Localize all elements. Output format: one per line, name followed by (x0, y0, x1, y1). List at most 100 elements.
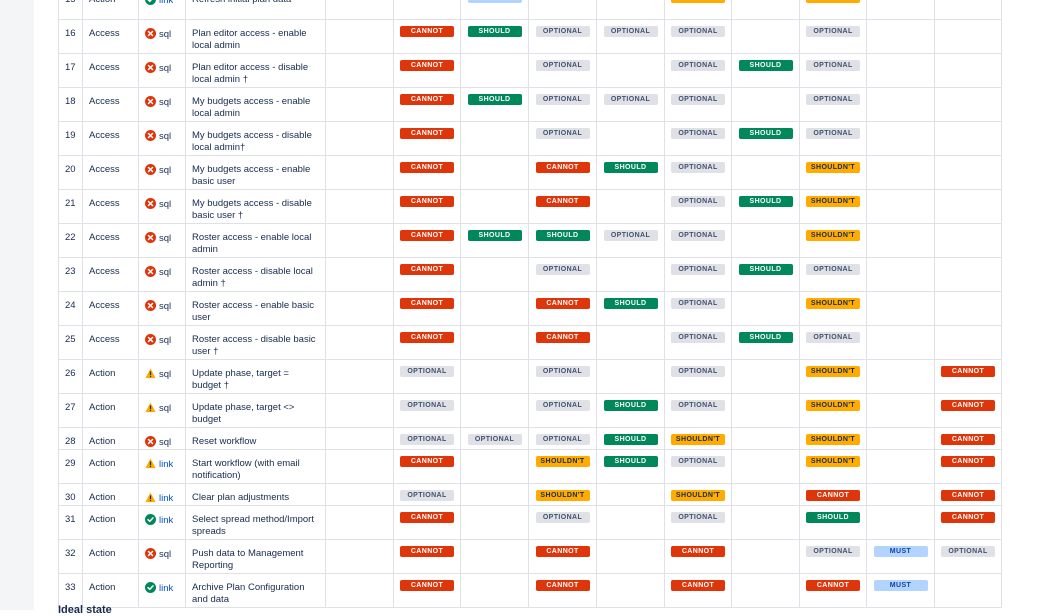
optional-badge: OPTIONAL (535, 512, 590, 523)
status-cell: OPTIONAL (664, 223, 732, 258)
description-cell: Reset workflow (185, 427, 326, 450)
error-circle-icon (145, 164, 156, 175)
type-link[interactable]: link (159, 0, 173, 6)
type-label: sql (159, 131, 172, 142)
status-cell: OPTIONAL (393, 483, 461, 506)
table-container: 15ActionlinkRefresh initial plan dataMUS… (58, 0, 1002, 608)
row-id-cell: 28 (58, 427, 83, 450)
category-cell: Action (82, 449, 139, 484)
table-row: 25 Access sql Roster access - disable basic… (58, 325, 1002, 360)
row-id-cell: 29 (58, 449, 83, 484)
status-cell: CANNOT (393, 449, 461, 484)
should-badge: SHOULD (806, 512, 860, 523)
description-cell: Archive Plan Configuration and data (185, 573, 326, 608)
description-cell: Roster access - enable basic user (185, 291, 326, 326)
optional-badge: OPTIONAL (535, 400, 590, 411)
type-link[interactable]: link (159, 459, 173, 470)
row-id-cell: 24 (58, 291, 83, 326)
status-cell (596, 325, 665, 360)
status-cell (934, 291, 1002, 326)
table-row: 19 Access sql My budgets access - disable l… (58, 121, 1002, 156)
shouldnt-badge: SHOULDN'T (806, 400, 860, 411)
shouldnt-badge: SHOULDN'T (806, 0, 860, 3)
optional-badge: OPTIONAL (535, 264, 590, 275)
error-circle-icon (145, 130, 156, 141)
cannot-badge: CANNOT (535, 196, 590, 207)
status-cell: SHOULDN'T (799, 393, 867, 428)
type-link[interactable]: link (159, 493, 173, 504)
status-cell: CANNOT (934, 449, 1002, 484)
status-cell (325, 257, 394, 292)
category-cell: Action (82, 0, 139, 20)
status-cell: CANNOT (664, 539, 732, 574)
status-cell (460, 483, 529, 506)
status-cell: CANNOT (393, 257, 461, 292)
description-cell: Select spread method/Import spreads (185, 505, 326, 540)
status-cell: OPTIONAL (528, 121, 597, 156)
category-cell: Action (82, 483, 139, 506)
shouldnt-badge: SHOULDN'T (671, 434, 725, 445)
status-cell (596, 121, 665, 156)
cannot-badge: CANNOT (535, 298, 590, 309)
status-cell: SHOULD (460, 223, 529, 258)
type-cell: sql (138, 87, 186, 122)
status-cell (731, 155, 800, 190)
status-cell: CANNOT (393, 223, 461, 258)
table-row: 17 Access sql Plan editor access - disable … (58, 53, 1002, 88)
optional-badge: OPTIONAL (671, 162, 725, 173)
category-cell: Action (82, 573, 139, 608)
status-cell: SHOULD (596, 291, 665, 326)
category-cell: Action (82, 359, 139, 394)
status-cell (325, 19, 394, 54)
status-cell (934, 257, 1002, 292)
category-cell: Access (82, 325, 139, 360)
status-cell: OPTIONAL (596, 223, 665, 258)
type-cell: sql (138, 539, 186, 574)
status-cell (731, 0, 800, 20)
status-cell: SHOULD (596, 393, 665, 428)
cannot-badge: CANNOT (941, 490, 995, 501)
status-cell (731, 19, 800, 54)
row-id-cell: 19 (58, 121, 83, 156)
row-id-cell: 31 (58, 505, 83, 540)
category-cell: Access (82, 155, 139, 190)
cannot-badge: CANNOT (400, 546, 454, 557)
type-cell: sql (138, 325, 186, 360)
status-cell: SHOULD (596, 449, 665, 484)
should-badge: SHOULD (603, 434, 658, 445)
category-cell: Action (82, 505, 139, 540)
row-id-cell: 32 (58, 539, 83, 574)
status-cell (325, 0, 394, 20)
description-cell: My budgets access - enable local admin (185, 87, 326, 122)
status-cell (934, 87, 1002, 122)
cannot-badge: CANNOT (941, 366, 995, 377)
status-cell (325, 573, 394, 608)
table-row: 20 Access sql My budgets access - enable ba… (58, 155, 1002, 190)
shouldnt-badge: SHOULDN'T (806, 456, 860, 467)
category-cell: Action (82, 427, 139, 450)
status-cell (325, 359, 394, 394)
type-link[interactable]: link (159, 583, 173, 594)
type-label: sql (159, 437, 172, 448)
optional-badge: OPTIONAL (806, 26, 860, 37)
description-cell: Update phase, target = budget † (185, 359, 326, 394)
description-cell: Plan editor access - enable local admin (185, 19, 326, 54)
table-row: 15Action link Refresh initial plan data MUS… (58, 0, 1002, 20)
description-cell: Roster access - disable local admin † (185, 257, 326, 292)
status-cell: OPTIONAL (596, 87, 665, 122)
status-cell: SHOULDN'T (528, 449, 597, 484)
status-cell (460, 573, 529, 608)
optional-badge: OPTIONAL (671, 264, 725, 275)
row-id-cell: 16 (58, 19, 83, 54)
type-label: sql (159, 403, 172, 414)
status-cell (731, 483, 800, 506)
warning-icon (145, 402, 156, 413)
status-cell: OPTIONAL (664, 189, 732, 224)
status-cell: OPTIONAL (528, 505, 597, 540)
must-badge: MUST (873, 546, 928, 557)
should-badge: SHOULD (603, 298, 658, 309)
optional-badge: OPTIONAL (806, 128, 860, 139)
type-link[interactable]: link (159, 515, 173, 526)
table-row: 30 Action link Clear plan adjustments OPTION… (58, 483, 1002, 506)
status-cell: OPTIONAL (664, 257, 732, 292)
